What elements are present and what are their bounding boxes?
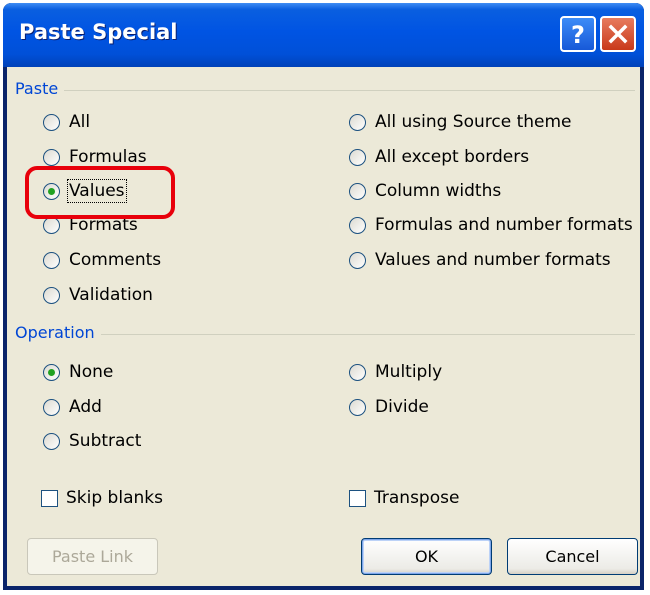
radio-except-borders[interactable] [349,148,366,166]
paste-group-label: Paste [15,79,65,98]
label-column-widths: Column widths [375,181,502,201]
paste-option-except-borders[interactable]: All except borders [349,145,529,169]
radio-subtract[interactable] [43,432,60,450]
radio-formats[interactable] [43,216,60,234]
ok-button[interactable]: OK [361,538,492,575]
close-button[interactable] [600,16,636,52]
label-comments: Comments [69,250,162,270]
radio-all[interactable] [43,113,60,131]
label-except-borders: All except borders [375,147,530,167]
label-all: All [69,112,91,132]
radio-formulas[interactable] [43,148,60,166]
label-add: Add [69,397,102,417]
paste-option-values-number-formats[interactable]: Values and number formats [349,248,611,272]
radio-validation[interactable] [43,286,60,304]
operation-option-divide[interactable]: Divide [349,395,429,419]
operation-option-multiply[interactable]: Multiply [349,360,442,384]
label-formulas-number-formats: Formulas and number formats [375,215,633,235]
label-subtract: Subtract [69,431,142,451]
transpose-checkbox[interactable] [349,489,366,507]
values-highlight-annotation [25,166,175,219]
help-button[interactable]: ? [560,16,596,52]
label-source-theme: All using Source theme [375,112,572,132]
skip-blanks-option[interactable]: Skip blanks [41,486,163,510]
dialog-title: Paste Special [19,20,178,44]
radio-values-number-formats[interactable] [349,251,366,269]
transpose-option[interactable]: Transpose [349,486,459,510]
cancel-button[interactable]: Cancel [507,538,638,575]
paste-special-dialog: Paste Special ? Paste All Formulas Value… [3,3,644,590]
skip-blanks-label: Skip blanks [66,488,163,508]
paste-option-comments[interactable]: Comments [43,248,161,272]
operation-group-divider [15,334,635,335]
label-validation: Validation [69,285,153,305]
label-none: None [69,362,114,382]
radio-formulas-number-formats[interactable] [349,216,366,234]
radio-column-widths[interactable] [349,182,366,200]
radio-add[interactable] [43,398,60,416]
label-formulas: Formulas [69,147,147,167]
radio-multiply[interactable] [349,363,366,381]
title-bar[interactable]: Paste Special ? [3,3,644,67]
label-values-number-formats: Values and number formats [375,250,611,270]
transpose-label: Transpose [374,488,460,508]
operation-group-label: Operation [15,323,101,342]
paste-link-button[interactable]: Paste Link [27,538,158,575]
help-icon: ? [571,21,585,47]
svg-text:?: ? [571,21,585,47]
paste-option-all[interactable]: All [43,110,90,134]
operation-option-add[interactable]: Add [43,395,102,419]
radio-divide[interactable] [349,398,366,416]
paste-option-column-widths[interactable]: Column widths [349,179,501,203]
label-multiply: Multiply [375,362,443,382]
close-icon [608,24,628,44]
paste-option-source-theme[interactable]: All using Source theme [349,110,572,134]
radio-none[interactable] [43,363,60,381]
radio-comments[interactable] [43,251,60,269]
paste-group-divider [15,90,635,91]
dialog-body: Paste All Formulas Values Formats Commen… [7,67,640,586]
radio-source-theme[interactable] [349,113,366,131]
skip-blanks-checkbox[interactable] [41,489,58,507]
operation-option-subtract[interactable]: Subtract [43,429,141,453]
label-divide: Divide [375,397,429,417]
operation-option-none[interactable]: None [43,360,113,384]
paste-option-formulas-number-formats[interactable]: Formulas and number formats [349,213,633,237]
paste-option-validation[interactable]: Validation [43,283,153,307]
